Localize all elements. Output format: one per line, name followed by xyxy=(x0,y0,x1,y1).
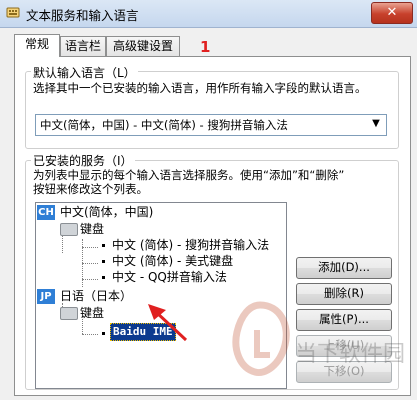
bullet-icon xyxy=(102,332,105,335)
window-title: 文本服务和输入语言 xyxy=(26,8,139,23)
red-arrow-icon xyxy=(148,304,188,342)
watermark-logo: 当下软件园 xyxy=(225,300,405,390)
annotation-number: 1 xyxy=(200,38,211,56)
installed-services-label: 已安装的服务（I） xyxy=(31,152,135,169)
installed-services-description-2: 按钮来修改这个列表。 xyxy=(33,182,148,196)
tree-item-japanese-keyboard[interactable]: 键盘 xyxy=(80,305,104,321)
tree-item-japanese[interactable]: 日语（日本） xyxy=(60,288,132,304)
default-language-value: 中文(简体，中国) - 中文(简体) - 搜狗拼音输入法 xyxy=(40,118,288,132)
default-language-select[interactable]: 中文(简体，中国) - 中文(简体) - 搜狗拼音输入法 ▼ xyxy=(35,114,387,136)
watermark-text: 当下软件园 xyxy=(295,342,406,367)
bullet-icon xyxy=(102,260,105,263)
tree-item-chinese[interactable]: 中文(简体，中国) xyxy=(60,204,153,220)
tab-advanced-key-settings[interactable]: 高级键设置 xyxy=(106,36,180,56)
keyboard-icon xyxy=(60,307,78,320)
tab-general[interactable]: 常规 xyxy=(14,34,60,57)
chinese-language-badge: CH xyxy=(37,205,55,220)
chevron-down-icon[interactable]: ▼ xyxy=(368,116,384,132)
installed-services-description-1: 为列表中显示的每个输入语言选择服务。使用“添加”和“删除” xyxy=(33,168,345,182)
bullet-icon xyxy=(102,244,105,247)
tab-language-bar[interactable]: 语言栏 xyxy=(60,36,106,56)
default-language-label: 默认输入语言（L） xyxy=(31,64,138,81)
tree-item-qq-pinyin[interactable]: 中文 - QQ拼音输入法 xyxy=(112,269,227,285)
close-button[interactable]: ✕ xyxy=(371,2,413,24)
tree-item-us-keyboard[interactable]: 中文 (简体) - 美式键盘 xyxy=(112,253,233,269)
default-language-description: 选择其中一个已安装的输入语言，用作所有输入字段的默认语言。 xyxy=(33,81,367,95)
japanese-language-badge: JP xyxy=(37,289,55,304)
watermark-icon xyxy=(232,301,290,376)
tree-item-sogou-pinyin[interactable]: 中文 (简体) - 搜狗拼音输入法 xyxy=(112,237,269,253)
keyboard-app-icon xyxy=(6,7,20,18)
add-button[interactable]: 添加(D)... xyxy=(296,257,392,279)
bullet-icon xyxy=(102,276,105,279)
tree-item-chinese-keyboard[interactable]: 键盘 xyxy=(80,221,104,237)
keyboard-icon xyxy=(60,223,78,236)
dialog-window: 文本服务和输入语言 ✕ 常规 语言栏 高级键设置 1 默认输入语言（L） 选择其… xyxy=(0,0,417,400)
title-bar[interactable]: 文本服务和输入语言 ✕ xyxy=(0,0,417,28)
